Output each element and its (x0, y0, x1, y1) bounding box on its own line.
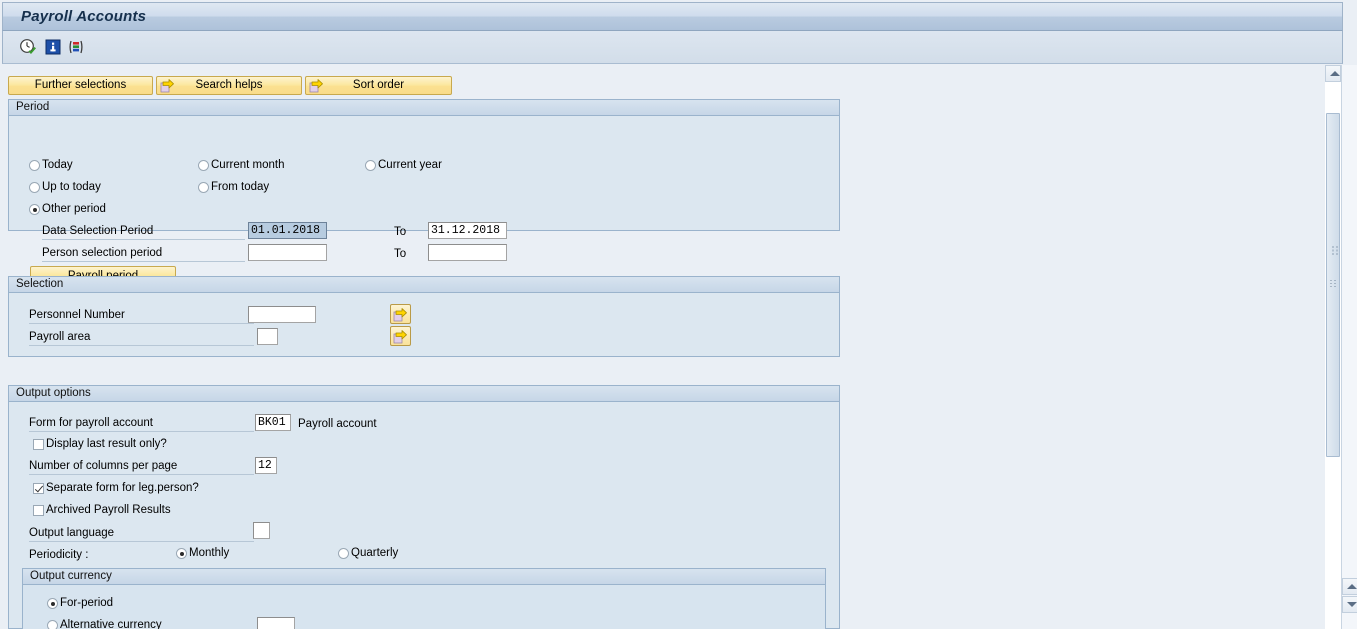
checkbox-box (33, 483, 44, 494)
radio-dot (338, 548, 349, 559)
radio-for-period-label: For-period (60, 597, 114, 609)
radio-up-to-today-label: Up to today (42, 181, 101, 193)
chevron-down-icon (1347, 602, 1357, 607)
scroll-up-button[interactable] (1325, 65, 1341, 82)
window-scrollbar[interactable] (1341, 65, 1357, 629)
window-scroll-down-button[interactable] (1342, 596, 1357, 613)
radio-dot (29, 204, 40, 215)
payroll-area-input[interactable] (257, 328, 278, 345)
person-selection-period-to-input[interactable] (428, 244, 507, 261)
window-title-bar: Payroll Accounts (2, 2, 1343, 31)
scroll-thumb[interactable] (1326, 113, 1340, 457)
output-language-label: Output language (29, 526, 254, 542)
radio-dot (29, 160, 40, 171)
radio-monthly-label: Monthly (189, 547, 230, 559)
data-selection-period-label: Data Selection Period (42, 224, 245, 240)
further-selections-label: Further selections (34, 79, 127, 91)
scroll-thumb-grip (1330, 280, 1338, 287)
form-for-payroll-account-description: Payroll account (298, 418, 377, 430)
selection-screen-body: Further selections Search helps Sort ord… (0, 65, 1325, 629)
output-options-group-header: Output options (9, 386, 839, 402)
data-selection-period-to-input[interactable] (428, 222, 507, 239)
data-selection-period-from-input[interactable] (248, 222, 327, 239)
radio-dot (176, 548, 187, 559)
selection-group: Selection Personnel Number Payroll area (8, 276, 840, 357)
form-for-payroll-account-input[interactable] (255, 414, 291, 431)
output-language-input[interactable] (253, 522, 270, 539)
person-selection-period-to-label: To (394, 248, 407, 260)
archived-payroll-results-label: Archived Payroll Results (46, 504, 171, 516)
variant-icon[interactable] (67, 38, 85, 56)
personnel-number-label: Personnel Number (29, 308, 254, 324)
page-title: Payroll Accounts (21, 8, 147, 25)
personnel-number-input[interactable] (248, 306, 316, 323)
radio-dot (198, 182, 209, 193)
info-icon[interactable] (44, 38, 62, 56)
radio-from-today-label: From today (211, 181, 270, 193)
display-last-result-only-label: Display last result only? (46, 438, 167, 450)
window-scroll-up-button[interactable] (1342, 578, 1357, 595)
radio-quarterly-label: Quarterly (351, 547, 399, 559)
radio-dot (29, 182, 40, 193)
sort-order-label: Sort order (352, 79, 405, 91)
sort-order-button[interactable]: Sort order (305, 76, 452, 95)
search-helps-button[interactable]: Search helps (156, 76, 302, 95)
person-selection-period-label: Person selection period (42, 246, 245, 262)
radio-other-period-label: Other period (42, 203, 106, 215)
radio-alternative-currency-label: Alternative currency (60, 619, 162, 629)
payroll-area-multiple-selection-button[interactable] (390, 326, 411, 346)
number-of-columns-label: Number of columns per page (29, 459, 254, 475)
output-currency-group-header: Output currency (23, 569, 825, 585)
screen-scrollbar[interactable] (1325, 65, 1341, 629)
scroll-track[interactable] (1325, 82, 1341, 629)
radio-dot (47, 620, 58, 629)
search-helps-label: Search helps (195, 79, 263, 91)
sap-window: Payroll Accounts Further selections Sear… (0, 0, 1357, 629)
arrow-right-icon (309, 78, 324, 93)
separate-form-label: Separate form for leg.person? (46, 482, 199, 494)
output-options-group: Output options Form for payroll account … (8, 385, 840, 629)
radio-current-month-label: Current month (211, 159, 285, 171)
radio-current-year-label: Current year (378, 159, 442, 171)
period-group-header: Period (9, 100, 839, 116)
payroll-area-label: Payroll area (29, 330, 254, 346)
execute-clock-icon[interactable] (19, 38, 37, 56)
radio-dot (47, 598, 58, 609)
arrow-right-icon (393, 330, 407, 344)
chevron-up-icon (1330, 71, 1340, 76)
further-selections-button[interactable]: Further selections (8, 76, 153, 95)
person-selection-period-from-input[interactable] (248, 244, 327, 261)
radio-today-label: Today (42, 159, 73, 171)
arrow-right-icon (393, 308, 407, 322)
chevron-up-icon (1347, 584, 1357, 589)
arrow-right-icon (160, 78, 175, 93)
selection-group-header: Selection (9, 277, 839, 293)
radio-dot (198, 160, 209, 171)
splitter-grip-icon[interactable] (1332, 244, 1339, 255)
period-group: Period Today Current month Current year … (8, 99, 840, 286)
radio-dot (365, 160, 376, 171)
checkbox-box (33, 505, 44, 516)
application-toolbar: © www.tutorialkart.com (2, 31, 1343, 92)
number-of-columns-input[interactable] (255, 457, 277, 474)
alternative-currency-input[interactable] (257, 617, 295, 629)
form-for-payroll-account-label: Form for payroll account (29, 416, 254, 432)
data-selection-period-to-label: To (394, 226, 407, 238)
output-currency-group: Output currency For-period Alternative c… (22, 568, 826, 629)
personnel-number-multiple-selection-button[interactable] (390, 304, 411, 324)
checkbox-box (33, 439, 44, 450)
periodicity-label: Periodicity : (29, 549, 89, 561)
